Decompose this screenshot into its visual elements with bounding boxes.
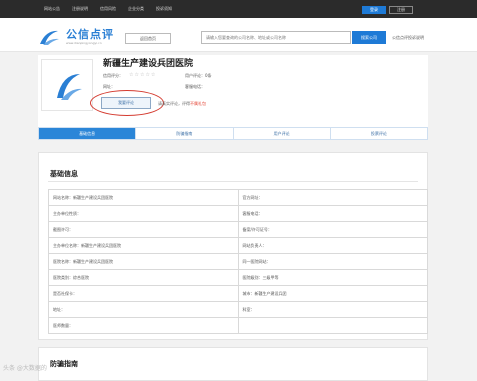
tab-vote-reviews[interactable]: 投票评论 <box>331 128 427 139</box>
table-cell: 科室： <box>237 301 428 318</box>
fraud-guide-panel <box>38 347 428 381</box>
website-label: 网址： <box>103 84 115 89</box>
table-cell: 医院级别：三级甲等 <box>237 269 428 286</box>
complaint-guide-link[interactable]: 公信点评投诉说明 <box>392 35 424 41</box>
tab-user-reviews[interactable]: 用户评论 <box>234 128 331 139</box>
rating-stars-icon: ☆☆☆☆☆ <box>129 72 157 78</box>
basic-info-title: 基础信息 <box>50 170 78 178</box>
review-hint-warning: 不属礼包 <box>190 101 206 106</box>
top-nav-item[interactable]: 投诉须知 <box>156 6 172 12</box>
back-home-link[interactable]: 返回首页 <box>125 33 171 44</box>
register-button[interactable]: 注册 <box>389 6 413 14</box>
top-nav-item[interactable]: 网站公告 <box>44 6 60 12</box>
basic-info-table: 网站名称：新疆生产建设兵团医院 官方网址： 主办单位性质： 客服电话： 截图许可… <box>48 189 428 334</box>
table-cell: 主办单位性质： <box>48 205 239 222</box>
table-cell: 官方网址： <box>237 189 428 206</box>
divider <box>48 181 418 182</box>
credit-score-label: 信用评分： <box>103 73 123 78</box>
table-row: 网站名称：新疆生产建设兵团医院 官方网址： <box>48 189 428 206</box>
fraud-guide-title: 防骗指南 <box>50 360 78 368</box>
table-row: 截图许可： 备案/许可证号： <box>48 221 428 238</box>
table-row: 是否社保卡： 城市：新疆生产建设兵团 <box>48 285 428 302</box>
user-review-count: 用户评论：0条 <box>185 73 212 78</box>
logo-url: www.dianpingyongyi.cn <box>66 41 102 45</box>
top-nav-item[interactable]: 企业分类 <box>128 6 144 12</box>
table-row: 医师数量： <box>48 317 428 334</box>
tab-fraud-guide[interactable]: 防骗指南 <box>136 128 234 139</box>
table-cell: 医师数量： <box>48 317 239 334</box>
top-nav-item[interactable]: 注册说明 <box>72 6 88 12</box>
login-button[interactable]: 登录 <box>362 6 386 14</box>
table-cell: 主办单位名称：新疆生产建设兵团医院 <box>48 237 239 254</box>
table-cell: 截图许可： <box>48 221 239 238</box>
company-logo-icon <box>57 74 82 100</box>
review-hint: 请真实评论，评得不属礼包 <box>158 101 206 107</box>
table-cell: 客服电话： <box>237 205 428 222</box>
write-review-button[interactable]: 我要评论 <box>101 97 151 109</box>
table-cell: 地址： <box>48 301 239 318</box>
table-cell: 医院类别：综合医院 <box>48 269 239 286</box>
table-row: 医院类别：综合医院 医院级别：三级甲等 <box>48 269 428 286</box>
table-cell: 是否社保卡： <box>48 285 239 302</box>
table-cell: 医院名称：新疆生产建设兵团医院 <box>48 253 239 270</box>
table-row: 医院名称：新疆生产建设兵团医院 同一医院网站： <box>48 253 428 270</box>
logo-text[interactable]: 公信点评 <box>66 26 114 42</box>
phone-label: 客服电话： <box>185 84 205 89</box>
company-name: 新疆生产建设兵团医院 <box>103 59 194 69</box>
table-cell: 网站负责人： <box>237 237 428 254</box>
table-cell: 同一医院网站： <box>237 253 428 270</box>
company-logo <box>41 59 93 111</box>
table-cell: 网站名称：新疆生产建设兵团医院 <box>48 189 239 206</box>
table-row: 主办单位性质： 客服电话： <box>48 205 428 222</box>
top-nav: 网站公告 注册说明 信用风险 企业分类 投诉须知 <box>44 0 172 18</box>
search-input[interactable] <box>201 31 351 44</box>
table-row: 主办单位名称：新疆生产建设兵团医院 网站负责人： <box>48 237 428 254</box>
watermark: 头条 @大数据的 <box>3 365 47 372</box>
top-nav-item[interactable]: 信用风险 <box>100 6 116 12</box>
table-cell <box>237 317 428 334</box>
search-button[interactable]: 搜索公司 <box>352 31 386 44</box>
logo-icon[interactable] <box>38 28 60 46</box>
review-hint-text: 请真实评论，评得 <box>158 101 190 106</box>
table-row: 地址： 科室： <box>48 301 428 318</box>
tab-bar: 基础信息 防骗指南 用户评论 投票评论 <box>38 127 428 140</box>
tab-basic-info[interactable]: 基础信息 <box>39 128 137 139</box>
table-cell: 备案/许可证号： <box>237 221 428 238</box>
table-cell: 城市：新疆生产建设兵团 <box>237 285 428 302</box>
